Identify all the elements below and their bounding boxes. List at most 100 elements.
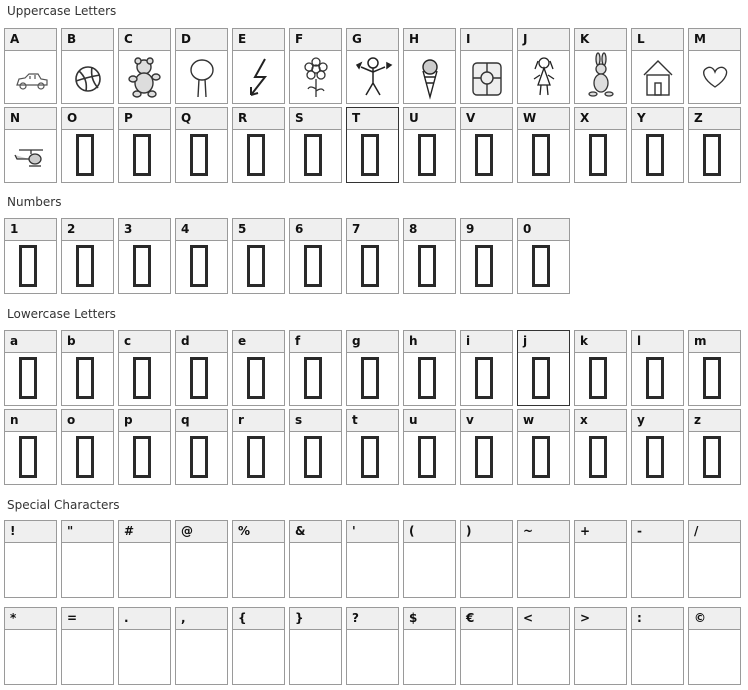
glyph-preview — [176, 130, 227, 182]
glyph-cell-label: w — [518, 410, 569, 432]
missing-glyph-box-icon — [646, 357, 664, 399]
glyph-cell-label: ) — [461, 521, 512, 543]
glyph-cell-upper-W: W — [517, 107, 570, 183]
glyph-cell-upper-B: B — [61, 28, 114, 104]
missing-glyph-box-icon — [475, 357, 493, 399]
glyph-cell-label: o — [62, 410, 113, 432]
glyph-cell-special-17: { — [232, 607, 285, 685]
glyph-cell-special-2: # — [118, 520, 171, 598]
glyph-cell-special-7: ( — [403, 520, 456, 598]
missing-glyph-box-icon — [19, 357, 37, 399]
missing-glyph-box-icon — [532, 357, 550, 399]
glyph-cell-label: t — [347, 410, 398, 432]
glyph-preview — [575, 51, 626, 103]
glyph-cell-label: @ — [176, 521, 227, 543]
glyph-cell-label: e — [233, 331, 284, 353]
glyph-preview — [689, 130, 740, 182]
glyph-preview — [689, 353, 740, 405]
glyph-cell-lower-l: l — [631, 330, 684, 406]
glyph-cell-number-7: 7 — [346, 218, 399, 294]
missing-glyph-box-icon — [76, 436, 94, 478]
glyph-cell-label: > — [575, 608, 626, 630]
glyph-preview — [575, 130, 626, 182]
glyph-cell-lower-t: t — [346, 409, 399, 485]
glyph-cell-label: W — [518, 108, 569, 130]
glyph-cell-label: h — [404, 331, 455, 353]
glyph-preview — [290, 51, 341, 103]
glyph-preview — [176, 241, 227, 293]
glyph-cell-label: n — [5, 410, 56, 432]
missing-glyph-box-icon — [532, 134, 550, 176]
glyph-cell-upper-L: L — [631, 28, 684, 104]
glyph-cell-upper-J: J — [517, 28, 570, 104]
glyph-cell-label: : — [632, 608, 683, 630]
glyph-preview — [233, 353, 284, 405]
glyph-cell-lower-m: m — [688, 330, 741, 406]
glyph-cell-number-1: 1 — [4, 218, 57, 294]
missing-glyph-box-icon — [418, 436, 436, 478]
glyph-cell-upper-A: A — [4, 28, 57, 104]
glyph-cell-lower-b: b — [61, 330, 114, 406]
missing-glyph-box-icon — [589, 134, 607, 176]
missing-glyph-box-icon — [247, 245, 265, 287]
glyph-cell-label: L — [632, 29, 683, 51]
glyph-cell-special-3: @ — [175, 520, 228, 598]
missing-glyph-box-icon — [76, 357, 94, 399]
glyph-cell-label: C — [119, 29, 170, 51]
glyph-cell-special-23: > — [574, 607, 627, 685]
glyph-cell-upper-N: N — [4, 107, 57, 183]
glyph-preview — [461, 630, 512, 682]
car-icon — [5, 51, 58, 103]
glyph-preview — [119, 353, 170, 405]
glyph-cell-upper-Q: Q — [175, 107, 228, 183]
glyph-preview — [575, 353, 626, 405]
house-icon — [632, 51, 685, 103]
glyph-cell-number-0: 0 — [517, 218, 570, 294]
missing-glyph-box-icon — [418, 357, 436, 399]
glyph-cell-special-12: / — [688, 520, 741, 598]
missing-glyph-box-icon — [475, 245, 493, 287]
glyph-cell-special-1: " — [61, 520, 114, 598]
glyph-preview — [290, 241, 341, 293]
helicopter-icon — [5, 130, 58, 182]
glyph-cell-label: b — [62, 331, 113, 353]
glyph-preview — [233, 51, 284, 103]
glyph-preview — [404, 432, 455, 484]
glyph-preview — [119, 432, 170, 484]
gift-box-icon — [461, 51, 514, 103]
glyph-cell-label: K — [575, 29, 626, 51]
glyph-cell-lower-c: c — [118, 330, 171, 406]
glyph-cell-label: a — [5, 331, 56, 353]
glyph-cell-upper-C: C — [118, 28, 171, 104]
glyph-preview — [575, 432, 626, 484]
glyph-cell-special-21: € — [460, 607, 513, 685]
glyph-preview — [347, 543, 398, 595]
glyph-cell-lower-z: z — [688, 409, 741, 485]
glyph-cell-lower-h: h — [403, 330, 456, 406]
glyph-cell-number-3: 3 — [118, 218, 171, 294]
glyph-cell-special-22: < — [517, 607, 570, 685]
missing-glyph-box-icon — [133, 436, 151, 478]
glyph-cell-label: = — [62, 608, 113, 630]
missing-glyph-box-icon — [589, 436, 607, 478]
glyph-cell-upper-V: V — [460, 107, 513, 183]
glyph-cell-upper-Z: Z — [688, 107, 741, 183]
missing-glyph-box-icon — [589, 357, 607, 399]
glyph-cell-label: 7 — [347, 219, 398, 241]
glyph-cell-upper-P: P — [118, 107, 171, 183]
glyph-cell-label: m — [689, 331, 740, 353]
glyph-preview — [119, 241, 170, 293]
glyph-cell-label: € — [461, 608, 512, 630]
missing-glyph-box-icon — [475, 436, 493, 478]
missing-glyph-box-icon — [418, 134, 436, 176]
glyph-cell-label: ! — [5, 521, 56, 543]
glyph-cell-special-10: + — [574, 520, 627, 598]
glyph-cell-label: Z — [689, 108, 740, 130]
missing-glyph-box-icon — [646, 436, 664, 478]
glyph-preview — [233, 543, 284, 595]
glyph-cell-label: ? — [347, 608, 398, 630]
glyph-preview — [62, 241, 113, 293]
glyph-preview — [461, 353, 512, 405]
glyph-cell-upper-D: D — [175, 28, 228, 104]
glyph-cell-label: G — [347, 29, 398, 51]
